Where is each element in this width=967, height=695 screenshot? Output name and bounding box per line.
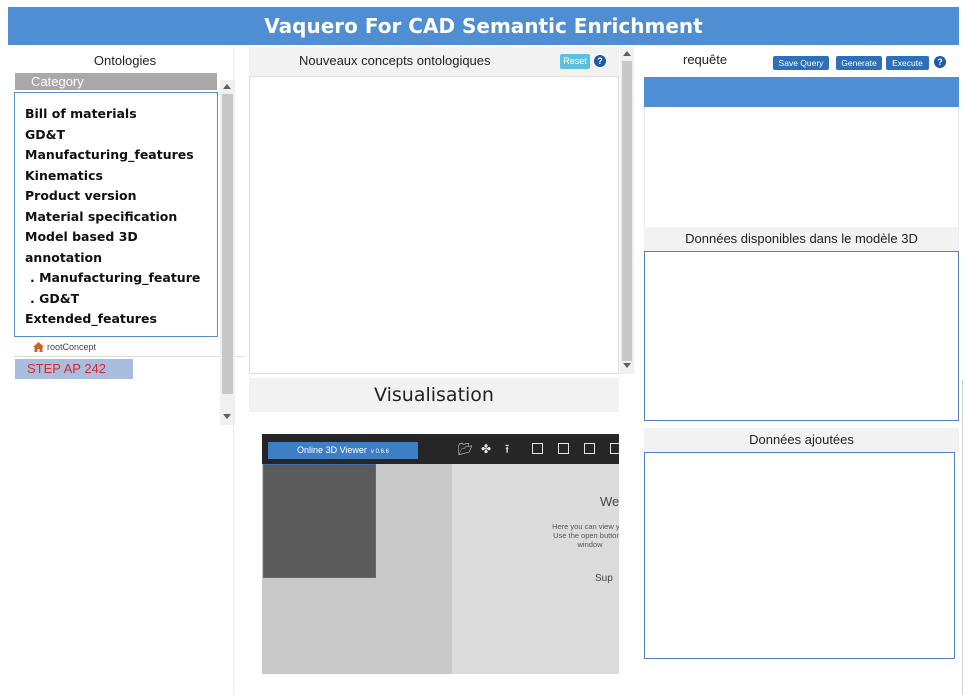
category-label: Category (31, 74, 84, 89)
viewer-instruction-line: Use the open button a (553, 531, 619, 540)
ontology-subitem-gdt[interactable]: . GD&T (25, 289, 217, 310)
viewer-toolbar: Online 3D Viewer v 0.6.6 📂︎ ✤ ⭱ (262, 434, 619, 464)
cube-front-icon[interactable] (532, 443, 543, 454)
ontology-item-bill-of-materials[interactable]: Bill of materials (25, 104, 217, 125)
root-concept-label: rootConcept (47, 342, 97, 352)
new-concepts-title: Nouveaux concepts ontologiques (299, 53, 491, 68)
execute-button[interactable]: Execute (886, 56, 929, 70)
reset-button[interactable]: Reset (560, 54, 590, 69)
root-concept-link[interactable]: rootConcept (33, 342, 96, 352)
scroll-thumb[interactable] (622, 61, 632, 361)
ontology-item-gdt[interactable]: GD&T (25, 125, 217, 146)
3d-viewer-frame[interactable]: Online 3D Viewer v 0.6.6 📂︎ ✤ ⭱ We Here y… (262, 434, 619, 674)
ontology-item-annotation[interactable]: annotation (25, 248, 217, 269)
viewer-instruction-line: Here you can view you (552, 522, 619, 531)
save-query-button[interactable]: Save Query (773, 56, 829, 70)
available-data-box[interactable] (644, 251, 959, 421)
query-editor[interactable] (644, 107, 959, 227)
added-data-header: Données ajoutées (644, 428, 959, 452)
ontology-list: Bill of materials GD&T Manufacturing_fea… (14, 92, 218, 337)
visualisation-header: Visualisation (249, 378, 619, 412)
viewer-title-tab: Online 3D Viewer v 0.6.6 (268, 442, 418, 459)
panel-divider (233, 47, 234, 695)
viewer-instructions: Here you can view you Use the open butto… (530, 522, 619, 549)
scroll-down-icon[interactable] (623, 363, 631, 368)
available-data-header: Données disponibles dans le modèle 3D (644, 227, 959, 251)
viewer-welcome-text: We (600, 494, 619, 509)
scroll-up-icon[interactable] (623, 51, 631, 56)
viewer-instruction-line: window (577, 540, 603, 549)
ontology-item-manufacturing-features[interactable]: Manufacturing_features (25, 145, 217, 166)
move-icon[interactable]: ✤ (481, 443, 491, 455)
home-icon (33, 342, 44, 352)
cube-side-icon[interactable] (558, 443, 569, 454)
app-title-bar: Vaquero For CAD Semantic Enrichment (8, 7, 959, 45)
ontology-item-model-based-3d[interactable]: Model based 3D (25, 227, 217, 248)
panel-divider (962, 380, 963, 695)
ontology-subitem-manufacturing-feature[interactable]: . Manufacturing_feature (25, 268, 217, 289)
scroll-up-icon[interactable] (223, 84, 231, 89)
scroll-down-icon[interactable] (223, 414, 231, 419)
help-icon[interactable]: ? (594, 55, 606, 67)
query-title: requête (683, 52, 728, 67)
ontology-item-extended-features[interactable]: Extended_features (25, 309, 217, 330)
viewer-version: v 0.6.6 (370, 449, 389, 455)
middle-scrollbar[interactable] (620, 47, 634, 374)
ontology-item-material-specification[interactable]: Material specification (25, 207, 217, 228)
query-header-bar (644, 77, 959, 107)
viewer-title: Online 3D Viewer (297, 445, 367, 455)
cube-iso-icon[interactable] (610, 443, 619, 454)
viewer-supported-text: Sup (595, 573, 613, 584)
cube-top-icon[interactable] (584, 443, 595, 454)
category-header[interactable]: Category (15, 73, 217, 90)
added-data-box[interactable] (644, 452, 955, 659)
divider (14, 356, 245, 357)
new-concepts-area[interactable] (249, 76, 619, 374)
viewer-model-panel[interactable] (263, 464, 376, 578)
upload-icon[interactable]: ⭱ (505, 443, 509, 455)
ontology-item-kinematics[interactable]: Kinematics (25, 166, 217, 187)
ontology-item-product-version[interactable]: Product version (25, 186, 217, 207)
generate-button[interactable]: Generate (836, 56, 882, 70)
scroll-thumb[interactable] (222, 94, 233, 394)
ontologies-title: Ontologies (93, 53, 157, 68)
help-icon[interactable]: ? (934, 56, 946, 68)
folder-open-icon[interactable]: 📂︎ (458, 443, 473, 455)
step-ap242-item[interactable]: STEP AP 242 (15, 359, 133, 379)
